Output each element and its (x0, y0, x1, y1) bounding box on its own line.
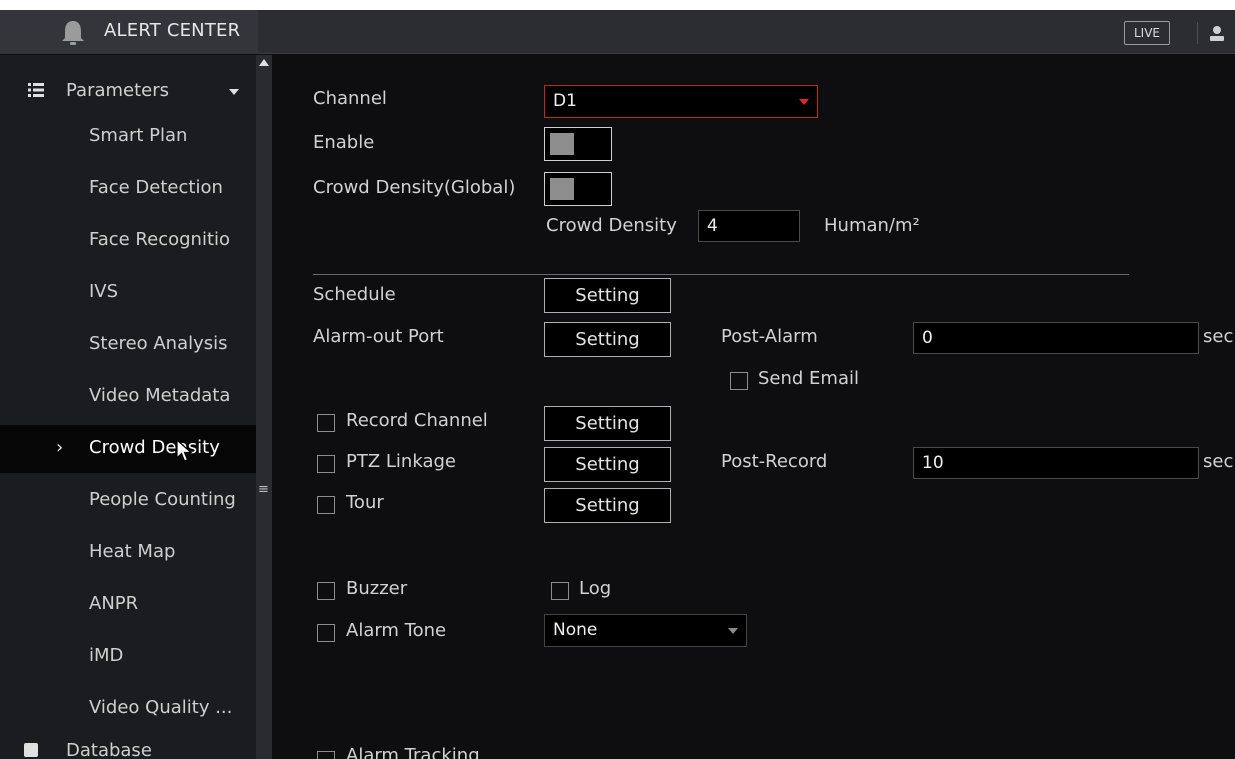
sidebar-item-smart-plan[interactable]: Smart Plan (0, 113, 256, 161)
sidebar-item-video-quality[interactable]: Video Quality ... (0, 685, 256, 733)
alarm-tone-value: None (553, 620, 598, 640)
buzzer-checkbox[interactable] (317, 582, 335, 600)
scroll-grip-icon[interactable]: ≡ (258, 483, 269, 496)
alarm-tone-select[interactable]: None (544, 614, 747, 647)
post-record-unit: sec. (1203, 451, 1235, 472)
sidebar-item-face-recognition[interactable]: Face Recognitio (0, 217, 256, 265)
crowd-density-global-toggle[interactable] (544, 172, 612, 206)
sidebar-item-face-detection[interactable]: Face Detection (0, 165, 256, 213)
alarm-out-setting-button[interactable]: Setting (544, 322, 671, 357)
crowd-density-label: Crowd Density (546, 215, 677, 236)
live-button[interactable]: LIVE (1124, 21, 1170, 45)
sidebar-item-label: Stereo Analysis (89, 333, 228, 354)
record-channel-setting-button[interactable]: Setting (544, 406, 671, 441)
enable-toggle[interactable] (544, 127, 612, 161)
sidebar-item-label: Face Recognitio (89, 229, 231, 250)
bell-icon (62, 21, 84, 45)
app-window: ALERT CENTER LIVE Parameters Smart Plan (0, 10, 1235, 759)
sidebar-item-label: Heat Map (89, 541, 176, 562)
sidebar-item-heat-map[interactable]: Heat Map (0, 529, 256, 577)
sidebar-item-label: iMD (89, 645, 124, 666)
caret-down-icon[interactable] (229, 89, 239, 95)
channel-value: D1 (553, 91, 577, 111)
send-email-label: Send Email (758, 368, 859, 389)
cursor-icon (176, 439, 193, 462)
sidebar-item-label: ANPR (89, 593, 139, 614)
tour-setting-button[interactable]: Setting (544, 488, 671, 523)
sidebar-group-parameters[interactable]: Parameters (0, 71, 256, 111)
sidebar-item-people-counting[interactable]: People Counting (0, 477, 256, 525)
database-icon (24, 743, 38, 757)
crowd-density-global-label: Crowd Density(Global) (313, 177, 516, 198)
crowd-density-unit: Human/m² (824, 215, 920, 236)
crowd-density-value: 4 (707, 216, 718, 236)
top-strip (0, 0, 1235, 10)
sidebar-item-label: People Counting (89, 489, 236, 510)
post-record-label: Post-Record (721, 451, 828, 472)
log-label: Log (579, 578, 612, 599)
sidebar-item-video-metadata[interactable]: Video Metadata (0, 373, 256, 421)
schedule-setting-button[interactable]: Setting (544, 278, 671, 313)
alarm-tone-checkbox[interactable] (317, 624, 335, 642)
sidebar-item-stereo-analysis[interactable]: Stereo Analysis (0, 321, 256, 369)
ptz-linkage-checkbox[interactable] (317, 455, 335, 473)
sidebar-item-label: IVS (89, 281, 119, 302)
sidebar-item-crowd-density[interactable]: › Crowd Density (0, 425, 256, 473)
toggle-knob (550, 178, 574, 200)
tour-label: Tour (346, 492, 384, 513)
ptz-linkage-label: PTZ Linkage (346, 451, 456, 472)
sidebar-item-ivs[interactable]: IVS (0, 269, 256, 317)
log-checkbox[interactable] (551, 582, 569, 600)
title-divider (1197, 22, 1198, 44)
sidebar-item-label: Crowd Density (89, 437, 220, 458)
main-panel: Channel D1 Enable Crowd Density(Global) … (272, 55, 1235, 759)
channel-select[interactable]: D1 (544, 85, 818, 118)
ptz-linkage-setting-button[interactable]: Setting (544, 447, 671, 482)
enable-label: Enable (313, 132, 375, 153)
alarm-tracking-checkbox[interactable] (317, 751, 335, 759)
section-divider (313, 274, 1129, 275)
sidebar-group-database[interactable]: Database (0, 740, 256, 759)
alarm-out-port-label: Alarm-out Port (313, 326, 444, 347)
toggle-knob (550, 133, 574, 155)
scroll-up-icon[interactable] (259, 59, 269, 66)
dropdown-arrow-icon (799, 99, 809, 105)
record-channel-checkbox[interactable] (317, 414, 335, 432)
alarm-tone-label: Alarm Tone (346, 620, 447, 641)
sidebar-item-label: Video Metadata (89, 385, 231, 406)
tour-checkbox[interactable] (317, 496, 335, 514)
post-alarm-label: Post-Alarm (721, 326, 818, 347)
buzzer-label: Buzzer (346, 578, 408, 599)
channel-label: Channel (313, 88, 387, 109)
sidebar-scrollbar[interactable]: ≡ (256, 55, 272, 759)
chevron-right-icon: › (56, 437, 64, 458)
sidebar-group-label: Database (66, 740, 152, 759)
crowd-density-input[interactable]: 4 (698, 210, 800, 242)
post-record-value: 10 (922, 453, 944, 473)
post-alarm-unit: sec. (1203, 326, 1235, 347)
list-icon (28, 83, 44, 97)
sidebar-item-anpr[interactable]: ANPR (0, 581, 256, 629)
user-icon[interactable] (1208, 24, 1226, 42)
schedule-label: Schedule (313, 284, 396, 305)
app-title: ALERT CENTER (104, 20, 241, 41)
sidebar-item-label: Video Quality ... (89, 697, 233, 718)
post-alarm-value: 0 (922, 328, 933, 348)
post-record-input[interactable]: 10 (913, 447, 1199, 479)
sidebar-group-label: Parameters (66, 80, 170, 101)
sidebar-item-label: Face Detection (89, 177, 223, 198)
title-bar-brand: ALERT CENTER (0, 10, 258, 54)
sidebar-item-label: Smart Plan (89, 125, 188, 146)
record-channel-label: Record Channel (346, 410, 488, 431)
sidebar: Parameters Smart Plan Face Detection Fac… (0, 55, 272, 759)
alarm-tracking-label: Alarm Tracking (346, 745, 480, 759)
sidebar-item-imd[interactable]: iMD (0, 633, 256, 681)
title-bar: ALERT CENTER LIVE (0, 10, 1235, 54)
dropdown-arrow-icon (728, 628, 738, 634)
send-email-checkbox[interactable] (730, 372, 748, 390)
post-alarm-input[interactable]: 0 (913, 322, 1199, 354)
